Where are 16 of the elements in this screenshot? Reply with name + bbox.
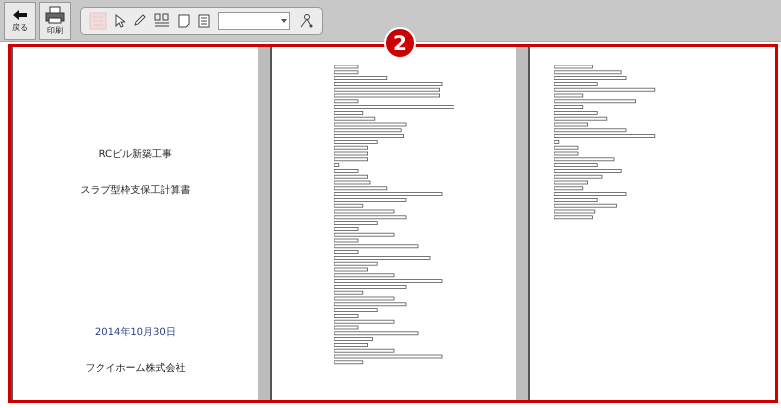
date-text: 2014年10月30日	[94, 326, 176, 339]
pointer-icon	[115, 14, 125, 28]
back-button[interactable]: 戻る	[4, 2, 36, 40]
page-icon	[178, 14, 190, 28]
list-icon	[198, 14, 210, 28]
title-text: RCビル新築工事	[98, 148, 172, 161]
title-text: スラブ型枠支保工計算書	[80, 184, 190, 197]
printer-icon	[45, 6, 65, 24]
node-tool-icon	[298, 12, 314, 28]
pack-icon	[89, 12, 107, 30]
grid-edit-icon	[154, 12, 170, 28]
pencil-icon	[133, 14, 146, 27]
company-name: フクイホーム株式会社	[85, 362, 186, 375]
back-arrow-icon	[12, 8, 28, 20]
print-button[interactable]: 印刷	[39, 2, 71, 40]
dropdown-field[interactable]	[218, 12, 290, 30]
